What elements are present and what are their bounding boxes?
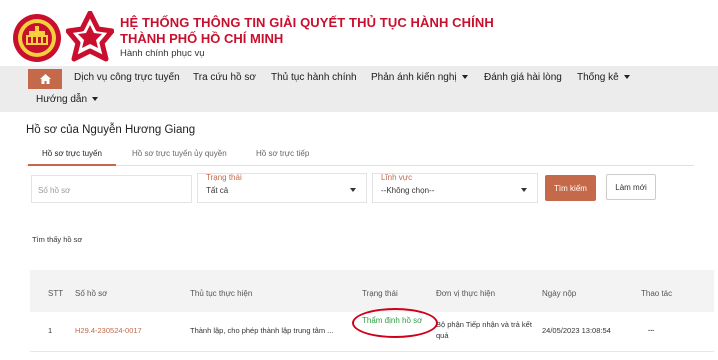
row-actions-menu[interactable]: ... <box>648 324 654 333</box>
row-procedure: Thành lập, cho phép thành lập trung tâm … <box>190 326 334 335</box>
dossier-code-placeholder: Số hồ sơ <box>38 186 71 195</box>
column-header-date: Ngày nộp <box>542 289 577 298</box>
chevron-down-icon <box>623 75 630 80</box>
status-select[interactable]: Trạng thái Tất cả <box>197 173 367 203</box>
page-title: Hồ sơ của Nguyễn Hương Giang <box>26 124 196 136</box>
field-select-value: --Không chọn-- <box>381 186 435 195</box>
column-header-status: Trạng thái <box>362 289 398 298</box>
dossier-code-input[interactable]: Số hồ sơ <box>31 175 192 203</box>
row-date: 24/05/2023 13:08:54 <box>542 326 611 335</box>
chevron-down-icon <box>461 75 468 80</box>
column-header-actions: Thao tác <box>641 289 673 298</box>
row-unit-line2: quả <box>436 331 449 340</box>
column-header-procedure: Thủ tục thực hiện <box>190 289 253 298</box>
nav-item-satisfaction[interactable]: Đánh giá hài lòng <box>484 72 562 83</box>
table-header: STT Số hồ sơ Thủ tục thực hiện Trạng thá… <box>30 270 714 312</box>
nav-item-lookup[interactable]: Tra cứu hồ sơ <box>193 72 256 83</box>
active-tab-indicator <box>28 164 116 166</box>
status-select-label: Trạng thái <box>206 173 242 182</box>
nav-item-feedback[interactable]: Phản ánh kiến nghị <box>371 72 468 83</box>
main-navigation: Dịch vụ công trực tuyến Tra cứu hồ sơ Th… <box>0 66 718 112</box>
tab-authorized-dossiers[interactable]: Hồ sơ trực tuyến ủy quyền <box>132 149 227 158</box>
nav-item-statistics[interactable]: Thống kê <box>577 72 630 83</box>
reset-button[interactable]: Làm mới <box>606 174 656 200</box>
field-select[interactable]: Lĩnh vực --Không chọn-- <box>372 173 538 203</box>
system-title-line1: HỆ THỐNG THÔNG TIN GIẢI QUYẾT THỦ TỤC HÀ… <box>120 15 494 30</box>
star-ribbon-logo[interactable] <box>66 11 114 63</box>
nav-item-online-services[interactable]: Dịch vụ công trực tuyến <box>74 72 180 83</box>
home-icon <box>39 74 51 84</box>
chevron-down-icon <box>92 97 99 102</box>
system-title-line2: THÀNH PHỐ HỒ CHÍ MINH <box>120 31 284 46</box>
status-highlight-ring <box>352 308 438 338</box>
nav-item-guide[interactable]: Hướng dẫn <box>36 94 99 105</box>
dossier-tabs: Hồ sơ trực tuyến Hồ sơ trực tuyến ủy quy… <box>26 144 694 166</box>
dossier-table: STT Số hồ sơ Thủ tục thực hiện Trạng thá… <box>30 270 714 360</box>
site-header: HỆ THỐNG THÔNG TIN GIẢI QUYẾT THỦ TỤC HÀ… <box>0 0 718 66</box>
chevron-down-icon <box>350 188 356 192</box>
row-dossier-code-link[interactable]: H29.4-230524-0017 <box>75 326 142 335</box>
column-header-stt: STT <box>48 289 64 298</box>
nav-item-procedures[interactable]: Thủ tục hành chính <box>271 72 357 83</box>
tab-online-dossiers[interactable]: Hồ sơ trực tuyến <box>42 149 102 158</box>
system-slogan: Hành chính phục vụ <box>120 48 205 59</box>
row-unit-line1: Bộ phận Tiếp nhận và trả kết <box>436 320 532 329</box>
status-select-value: Tất cả <box>206 186 229 195</box>
row-stt: 1 <box>48 326 53 335</box>
nav-item-statistics-label: Thống kê <box>577 72 619 83</box>
nav-item-guide-label: Hướng dẫn <box>36 94 88 105</box>
column-header-unit: Đơn vị thực hiện <box>436 289 496 298</box>
search-button[interactable]: Tìm kiếm <box>545 175 596 201</box>
nav-home-button[interactable] <box>28 69 62 89</box>
city-emblem-logo[interactable] <box>12 13 62 63</box>
column-header-code: Số hồ sơ <box>75 289 108 298</box>
field-select-label: Lĩnh vực <box>381 173 413 182</box>
chevron-down-icon <box>521 188 527 192</box>
nav-item-feedback-label: Phản ánh kiến nghị <box>371 72 457 83</box>
results-found-text: Tìm thấy hồ sơ <box>32 235 83 244</box>
tab-direct-dossiers[interactable]: Hồ sơ trực tiếp <box>256 149 309 158</box>
